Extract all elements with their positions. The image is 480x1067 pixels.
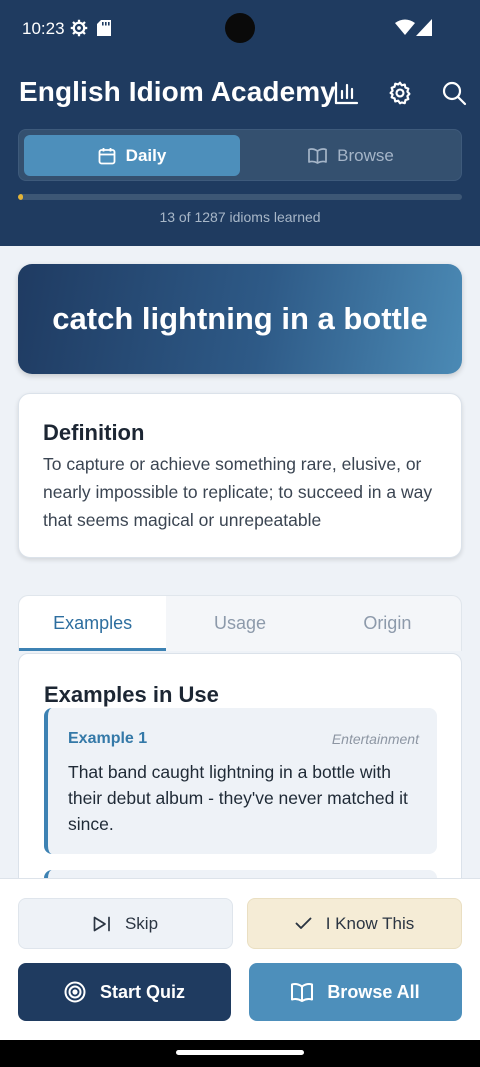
browse-tab[interactable]: Browse [245,135,457,176]
status-time: 10:23 [22,19,65,38]
definition-text: To capture or achieve something rare, el… [43,454,433,530]
target-icon [64,981,86,1003]
browse-label: Browse [337,145,394,165]
progress-text: 13 of 1287 idioms learned [159,209,321,225]
wifi-icon [395,19,415,36]
gear-icon[interactable] [387,80,413,106]
example-category: Entertainment [331,731,419,747]
bar-chart-icon[interactable] [333,80,359,106]
system-nav-bar [0,1040,480,1067]
status-settings-icon [70,19,88,37]
signal-icon [416,19,432,36]
home-gesture-handle[interactable] [176,1050,304,1055]
search-icon[interactable] [441,80,467,106]
example-text: That band caught lightning in a bottle w… [68,762,408,834]
i-know-this-button[interactable]: I Know This [247,898,462,949]
book-icon [308,147,328,164]
example-label: Example 1 [68,730,148,747]
calendar-icon [98,147,116,165]
idiom-card: catch lightning in a bottle [18,264,462,374]
daily-label: Daily [125,145,167,165]
progress-bar [18,194,462,200]
skip-label: Skip [124,913,159,933]
definition-card: Definition To capture or achieve somethi… [18,393,462,558]
i-know-this-label: I Know This [325,913,415,933]
start-quiz-button[interactable]: Start Quiz [18,963,231,1021]
book-open-icon [291,982,314,1002]
camera-cutout [225,13,255,43]
skip-icon [93,916,111,932]
examples-card: Examples in Use Example 1 Entertainment … [18,653,462,913]
example-item: Example 1 Entertainment That band caught… [44,708,437,854]
browse-all-label: Browse All [327,981,420,1002]
action-bar: Skip I Know This Start Quiz Browse All [0,878,480,1040]
tab-usage[interactable]: Usage [166,596,313,651]
daily-tab[interactable]: Daily [24,135,240,176]
app-title: English Idiom Academy [19,76,336,107]
idiom-phrase: catch lightning in a bottle [52,301,428,336]
app-header: 10:23 English Idiom Academy Daily Browse… [0,0,480,246]
browse-all-button[interactable]: Browse All [249,963,462,1021]
check-icon [295,917,312,930]
definition-title: Definition [43,420,145,445]
tab-examples[interactable]: Examples [19,596,167,651]
progress-fill [18,194,24,200]
sd-card-icon [97,20,111,36]
detail-tabs: Examples Usage Origin [18,595,462,651]
status-bar: 10:23 [0,0,480,58]
examples-heading: Examples in Use [44,682,219,707]
tab-origin[interactable]: Origin [314,596,461,651]
mode-toggle: Daily Browse [18,129,462,181]
skip-button[interactable]: Skip [18,898,233,949]
start-quiz-label: Start Quiz [99,981,185,1002]
